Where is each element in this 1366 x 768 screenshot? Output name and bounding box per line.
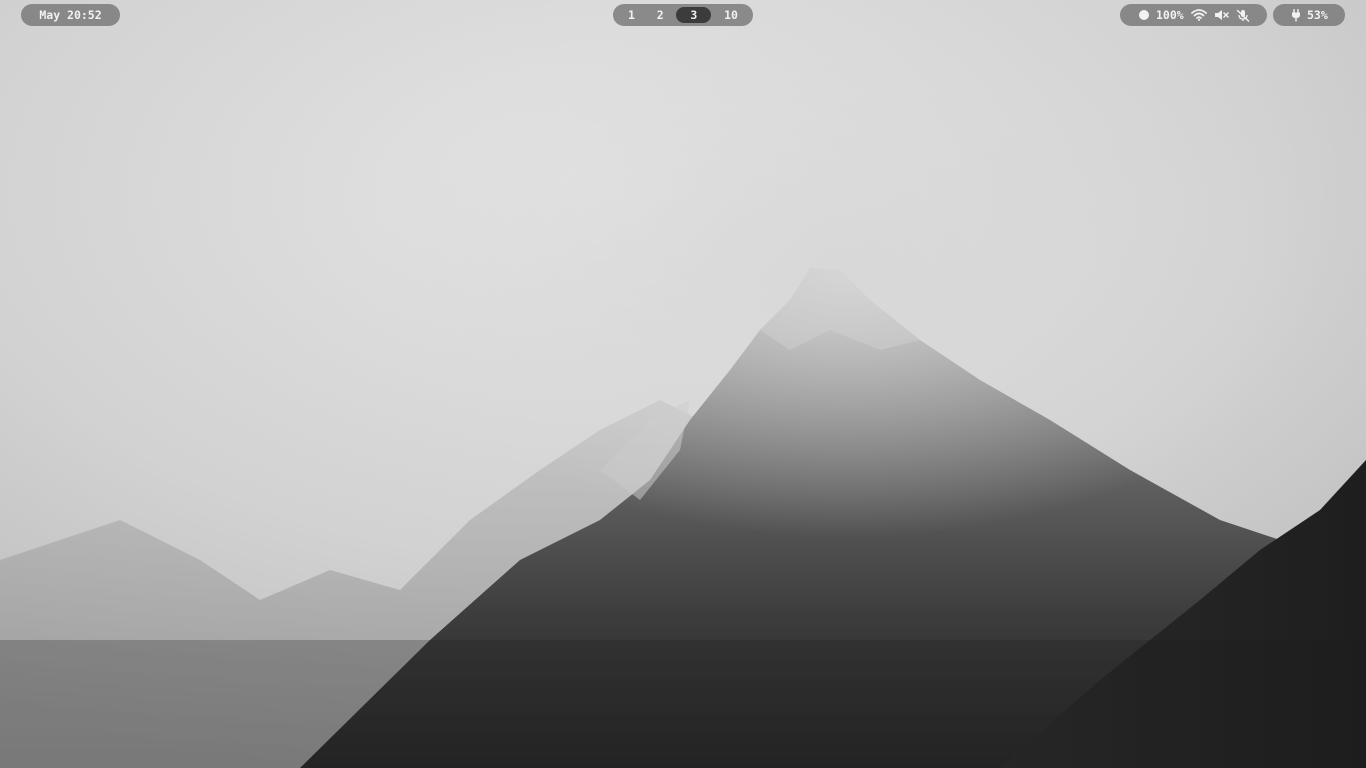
mic-muted-icon[interactable]: [1236, 9, 1250, 22]
brightness-value: 100%: [1156, 8, 1184, 22]
desktop: May 20:52 1 2 3 10 100% 53%: [0, 0, 1366, 768]
workspace-3-active[interactable]: 3: [676, 7, 712, 23]
workspace-switcher: 1 2 3 10: [613, 4, 753, 26]
volume-muted-icon[interactable]: [1214, 9, 1229, 21]
clock-text: May 20:52: [39, 8, 102, 22]
status-widget: 100%: [1120, 4, 1267, 26]
workspace-2[interactable]: 2: [648, 7, 673, 23]
wifi-icon[interactable]: [1190, 9, 1207, 21]
clock-widget[interactable]: May 20:52: [21, 4, 120, 26]
circle-dot-icon[interactable]: [1139, 10, 1149, 20]
battery-widget[interactable]: 53%: [1273, 4, 1345, 26]
plug-icon: [1291, 8, 1301, 22]
wallpaper: [0, 0, 1366, 768]
workspace-10[interactable]: 10: [715, 7, 747, 23]
workspace-1[interactable]: 1: [619, 7, 644, 23]
battery-value: 53%: [1307, 8, 1328, 22]
